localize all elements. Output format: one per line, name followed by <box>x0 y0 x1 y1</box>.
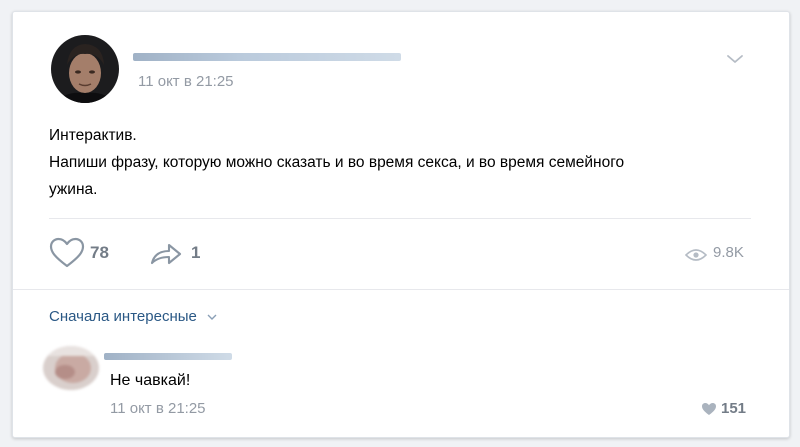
post-text-line: Напиши фразу, которую можно сказать и во… <box>49 154 625 171</box>
share-count: 1 <box>191 243 201 262</box>
divider <box>49 218 751 219</box>
post-card: 11 окт в 21:25 Интерактив. Напиши фразу,… <box>12 11 790 438</box>
comment-avatar[interactable] <box>43 346 99 390</box>
author-name-redacted[interactable] <box>133 53 401 61</box>
heart-icon[interactable] <box>49 237 85 269</box>
comments-sort-label: Сначала интересные <box>49 308 197 325</box>
post-text-line: Интерактив. <box>49 127 137 144</box>
comment-text: Не чавкай! <box>110 372 191 389</box>
divider <box>13 289 789 290</box>
comment-timestamp[interactable]: 11 окт в 21:25 <box>110 400 206 417</box>
comment-like-count: 151 <box>721 400 747 417</box>
chevron-down-icon <box>207 314 217 321</box>
views-count: 9.8K <box>713 244 744 261</box>
eye-icon <box>685 249 707 261</box>
author-avatar[interactable] <box>51 35 119 103</box>
heart-icon <box>702 403 716 415</box>
like-count: 78 <box>90 243 109 262</box>
comment-author-redacted[interactable] <box>104 353 232 360</box>
post-timestamp[interactable]: 11 окт в 21:25 <box>138 73 234 90</box>
share-arrow-icon[interactable] <box>149 241 183 267</box>
post-text-line: ужина. <box>49 181 98 198</box>
comments-sort-dropdown[interactable]: Сначала интересные <box>49 308 217 325</box>
chevron-down-icon[interactable] <box>725 52 745 66</box>
post-text: Интерактив. Напиши фразу, которую можно … <box>49 122 749 203</box>
